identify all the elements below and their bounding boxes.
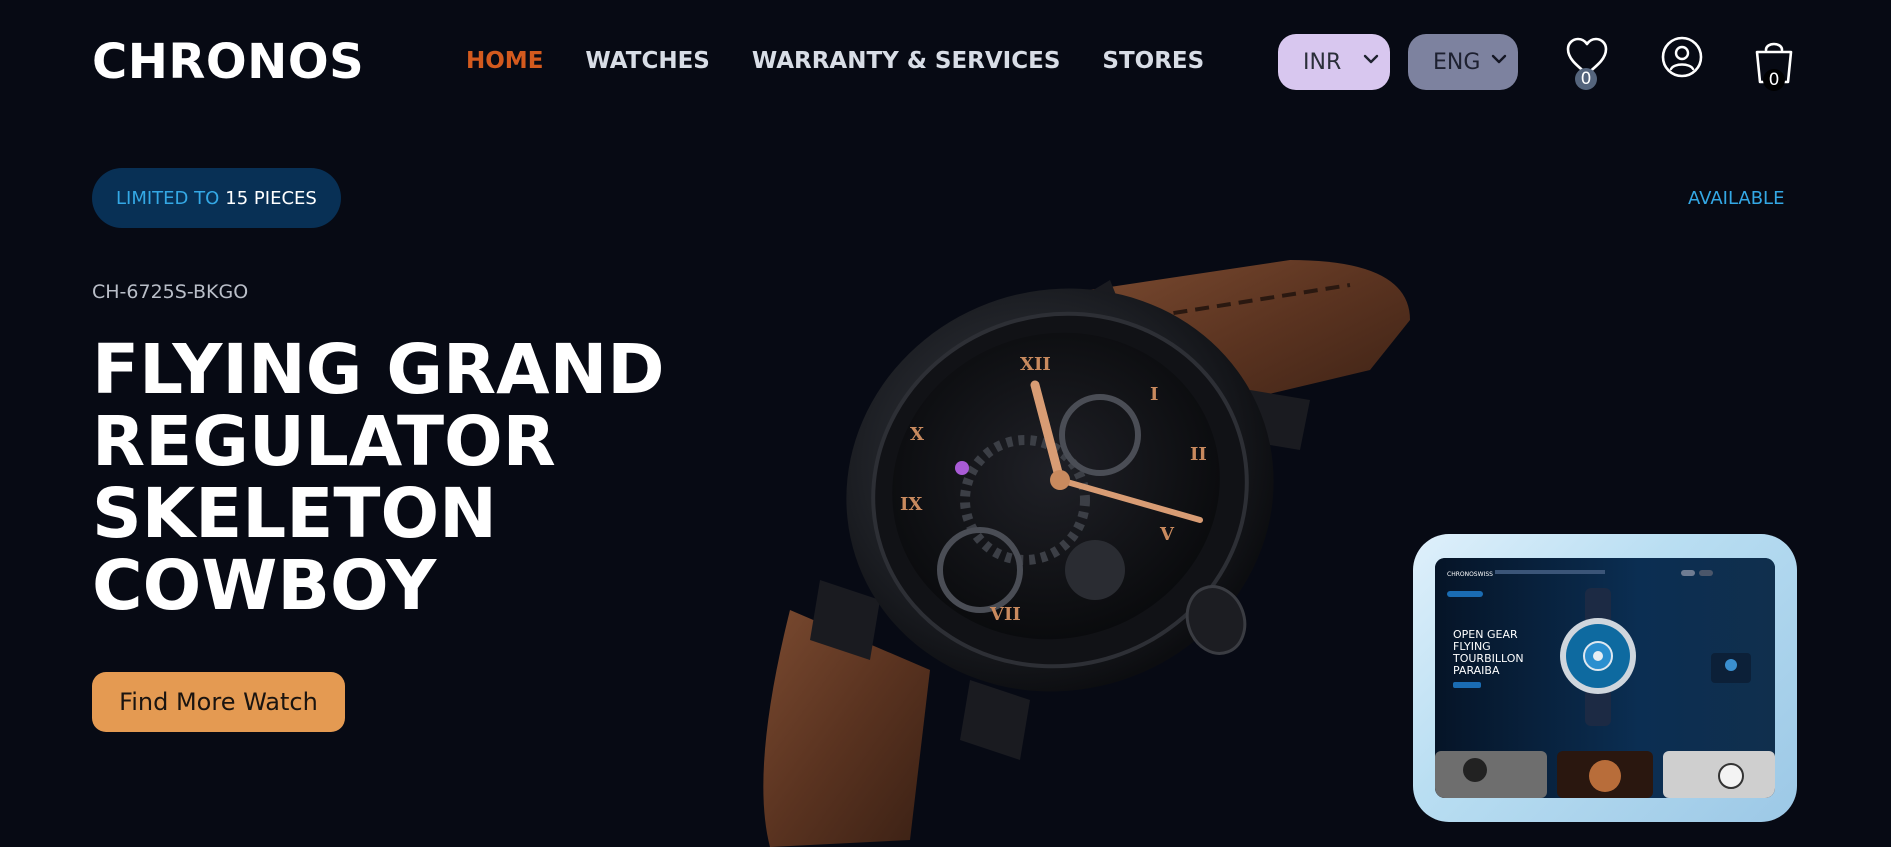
preview-brand: CHRONOSWISS xyxy=(1447,571,1493,578)
find-more-watch-button[interactable]: Find More Watch xyxy=(92,672,345,732)
main-nav: HOME WATCHES WARRANTY & SERVICES STORES xyxy=(466,48,1204,74)
model-code: CH-6725S-BKGO xyxy=(92,281,249,303)
svg-text:II: II xyxy=(1190,444,1207,465)
brand-logo[interactable]: CHRONOS xyxy=(92,34,364,90)
account-button[interactable] xyxy=(1660,36,1704,92)
preview-title-line: PARAIBA xyxy=(1453,664,1500,677)
user-circle-icon xyxy=(1661,36,1703,78)
wishlist-count-badge: 0 xyxy=(1575,68,1597,90)
chevron-down-icon xyxy=(1363,54,1379,64)
chevron-down-icon xyxy=(1491,54,1507,64)
availability-status: AVAILABLE xyxy=(1688,188,1785,209)
limited-edition-lead: LIMITED TO xyxy=(116,187,220,209)
cart-button[interactable]: 0 xyxy=(1752,36,1796,92)
limited-edition-badge: LIMITED TO 15 PIECES xyxy=(92,168,341,228)
svg-text:IX: IX xyxy=(900,494,922,515)
site-preview-thumbnail: CHRONOSWISS OPEN GEAR FLYING TOURBILLON … xyxy=(1435,558,1775,798)
limited-edition-count: 15 PIECES xyxy=(225,187,317,209)
product-title-line: COWBOY xyxy=(92,546,437,626)
currency-select[interactable]: INR xyxy=(1278,34,1390,90)
svg-text:V: V xyxy=(1159,524,1175,545)
currency-select-value: INR xyxy=(1303,49,1342,75)
product-title-line: FLYING GRAND xyxy=(92,330,665,410)
watch-product-image: XII I II X IX V VII xyxy=(763,260,1410,847)
cart-count-badge: 0 xyxy=(1763,69,1785,91)
site-preview-card[interactable]: CHRONOSWISS OPEN GEAR FLYING TOURBILLON … xyxy=(1413,534,1797,822)
nav-watches[interactable]: WATCHES xyxy=(585,48,709,74)
wishlist-button[interactable]: 0 xyxy=(1565,36,1609,92)
product-title: FLYING GRAND REGULATOR SKELETON COWBOY xyxy=(92,334,752,622)
language-select[interactable]: ENG xyxy=(1408,34,1518,90)
language-select-value: ENG xyxy=(1433,49,1481,75)
product-title-line: REGULATOR xyxy=(92,402,556,482)
nav-warranty-services[interactable]: WARRANTY & SERVICES xyxy=(752,48,1061,74)
svg-text:VII: VII xyxy=(989,604,1021,625)
svg-text:XII: XII xyxy=(1020,354,1051,375)
nav-stores[interactable]: STORES xyxy=(1102,48,1204,74)
svg-text:X: X xyxy=(910,424,924,445)
nav-home[interactable]: HOME xyxy=(466,48,543,74)
product-title-line: SKELETON xyxy=(92,474,497,554)
svg-text:I: I xyxy=(1150,384,1158,405)
